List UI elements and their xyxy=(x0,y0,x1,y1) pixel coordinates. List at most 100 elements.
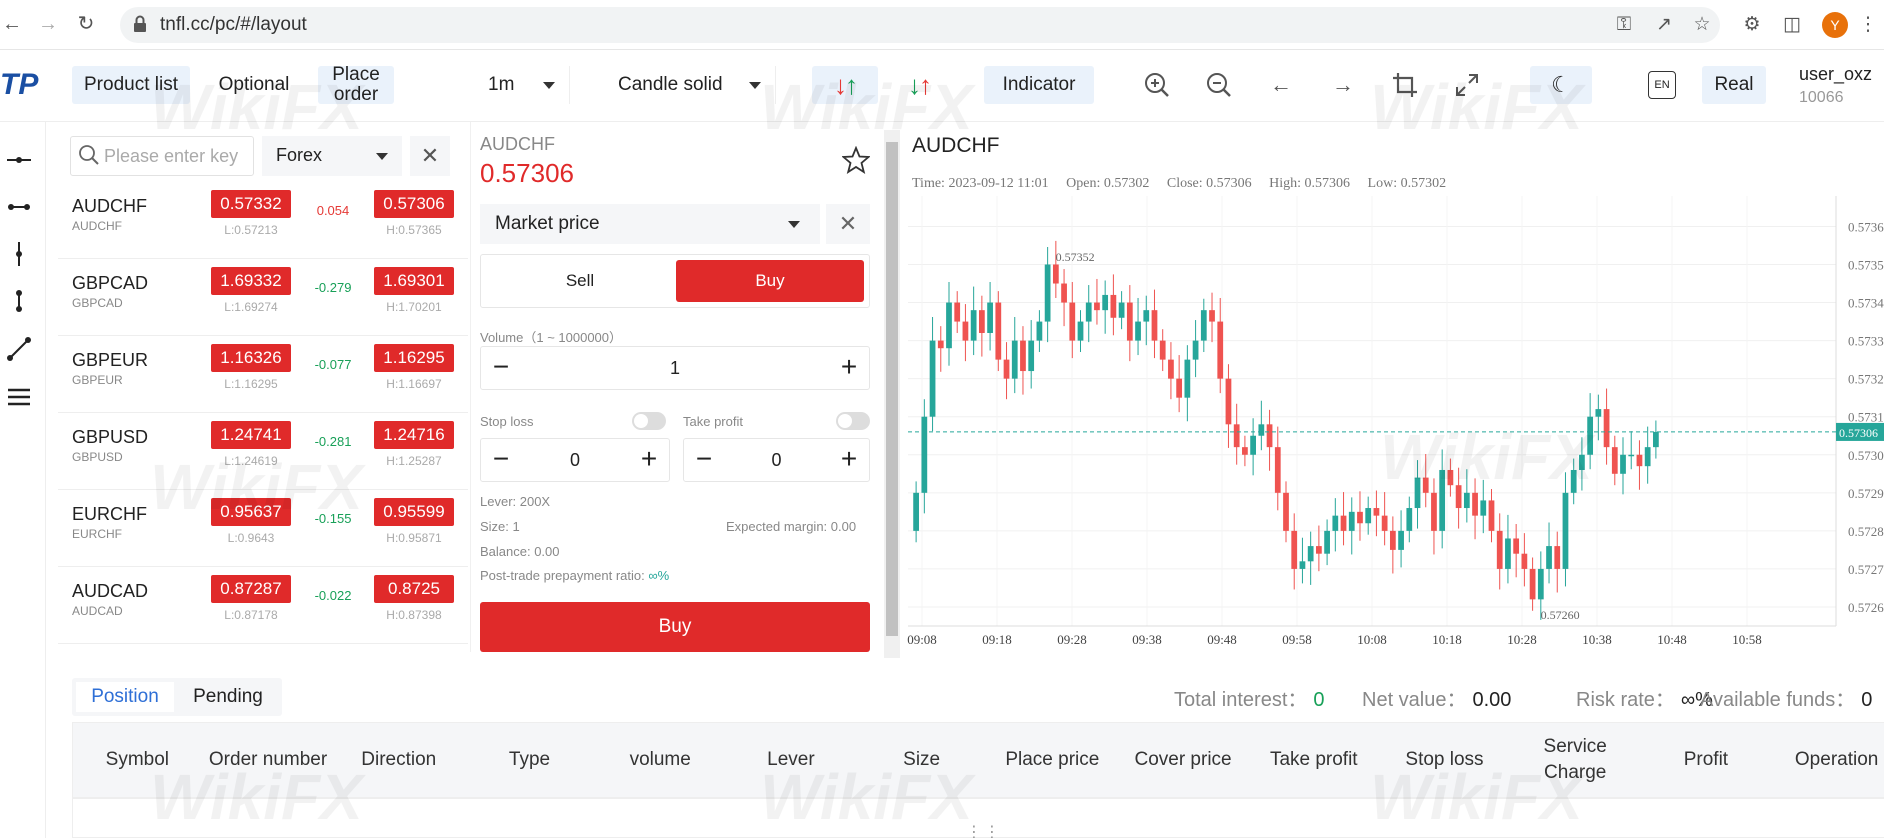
close-icon[interactable]: ✕ xyxy=(826,204,870,244)
product-row[interactable]: GBPCAD GBPCAD 1.69332 L:1.69274 -0.279 1.6930… xyxy=(58,259,468,336)
candle-body xyxy=(1398,530,1404,550)
user-name[interactable]: user_oxz xyxy=(1799,64,1872,85)
chevron-down-icon xyxy=(376,153,388,160)
y-tick-label: 0.5726 xyxy=(1848,600,1884,615)
interval-select[interactable]: 1m xyxy=(474,66,570,104)
scrollbar-thumb[interactable] xyxy=(886,142,898,636)
row-symbol: GBPEUR xyxy=(72,350,149,370)
menu-lines-icon[interactable] xyxy=(6,384,32,410)
zoom-in-icon[interactable] xyxy=(1142,70,1172,100)
table-header-cell: volume xyxy=(629,749,691,770)
product-list-button[interactable]: Product list xyxy=(72,66,190,104)
candle-body xyxy=(1480,500,1487,516)
bid-price-button[interactable]: 1.69332 xyxy=(211,267,291,295)
buy-tab[interactable]: Buy xyxy=(676,260,864,302)
candle-body xyxy=(1472,492,1478,516)
ask-price-button[interactable]: 1.69301 xyxy=(374,267,454,295)
price-change: 0.054 xyxy=(316,203,350,218)
chart-type-select[interactable]: Candle solid xyxy=(604,66,776,104)
x-tick-label: 09:08 xyxy=(907,632,937,647)
minus-icon[interactable]: − xyxy=(684,439,724,481)
tab-pending[interactable]: Pending xyxy=(178,682,278,712)
product-row[interactable]: AUDCHF AUDCHF 0.57332 L:0.57213 0.054 0.57306… xyxy=(58,182,468,259)
language-en-icon[interactable]: EN xyxy=(1648,71,1676,99)
ask-price-button[interactable]: 0.95599 xyxy=(374,498,454,526)
search-input[interactable] xyxy=(104,139,248,173)
price-change: -0.022 xyxy=(314,588,352,603)
take-profit-value[interactable]: 0 xyxy=(724,439,829,481)
back-arrow-icon[interactable]: ← xyxy=(0,12,24,36)
reload-icon[interactable]: ↻ xyxy=(74,12,98,36)
bid-price-button[interactable]: 1.16326 xyxy=(211,344,291,372)
product-row[interactable]: EURCHF EURCHF 0.95637 L:0.9643 -0.155 0.95599… xyxy=(58,490,468,567)
total-interest-stat: Total interest： 0 xyxy=(1174,683,1325,712)
key-icon[interactable]: ⚿ xyxy=(1612,13,1636,37)
ask-price-button[interactable]: 0.8725 xyxy=(374,575,454,603)
horizontal-segment-tool-icon[interactable] xyxy=(6,194,32,220)
ask-price-button[interactable]: 0.57306 xyxy=(374,190,454,218)
url-text[interactable]: tnfl.cc/pc/#/layout xyxy=(160,14,307,36)
plus-icon[interactable]: + xyxy=(829,347,869,389)
take-profit-toggle[interactable] xyxy=(836,412,870,430)
product-row[interactable]: AUDCAD AUDCAD 0.87287 L:0.87178 -0.022 0.8725… xyxy=(58,567,468,644)
category-select[interactable]: Forex xyxy=(262,136,402,176)
table-header-cell: Cover price xyxy=(1134,749,1232,770)
dark-mode-moon-icon[interactable]: ☾ xyxy=(1530,66,1592,104)
vertical-line-tool-icon[interactable] xyxy=(6,241,32,267)
sell-tab[interactable]: Sell xyxy=(490,260,670,302)
high-price: H:1.25287 xyxy=(386,454,442,468)
forward-arrow-icon[interactable]: → xyxy=(36,12,60,36)
address-bar[interactable] xyxy=(120,7,1720,43)
candle-body xyxy=(1644,447,1651,467)
bid-price-button[interactable]: 0.57332 xyxy=(211,190,291,218)
ask-price-button[interactable]: 1.24716 xyxy=(374,421,454,449)
browser-menu-icon[interactable]: ⋮ xyxy=(1856,13,1880,37)
profile-avatar[interactable]: Y xyxy=(1822,12,1848,38)
candle-body xyxy=(1225,378,1232,425)
volume-value[interactable]: 1 xyxy=(521,347,829,389)
high-price: H:0.57365 xyxy=(386,223,442,237)
ask-price-button[interactable]: 1.16295 xyxy=(374,344,454,372)
horizontal-line-tool-icon[interactable] xyxy=(6,147,32,173)
sidebar-panel-icon[interactable]: ◫ xyxy=(1780,13,1804,37)
high-price: H:1.16697 xyxy=(386,377,442,391)
minus-icon[interactable]: − xyxy=(481,439,521,481)
favorite-star-icon[interactable] xyxy=(842,146,870,174)
indicator-button[interactable]: Indicator xyxy=(984,66,1094,104)
crop-icon[interactable] xyxy=(1390,70,1420,100)
candle-body xyxy=(929,340,936,417)
trend-line-tool-icon[interactable] xyxy=(6,336,32,362)
bid-price-button[interactable]: 1.24741 xyxy=(211,421,291,449)
scroll-right-icon[interactable]: → xyxy=(1328,70,1358,100)
candle-body xyxy=(1036,321,1043,341)
tab-position[interactable]: Position xyxy=(76,682,174,712)
stop-loss-toggle[interactable] xyxy=(632,412,666,430)
fullscreen-icon[interactable] xyxy=(1452,70,1482,100)
scroll-left-icon[interactable]: ← xyxy=(1266,70,1296,100)
extensions-puzzle-icon[interactable]: ⚙ xyxy=(1740,13,1764,37)
bid-price-button[interactable]: 0.87287 xyxy=(211,575,291,603)
zoom-out-icon[interactable] xyxy=(1204,70,1234,100)
candlestick-chart[interactable]: 0.57360.57350.57340.57330.57320.57310.57… xyxy=(904,196,1884,656)
vertical-segment-tool-icon[interactable] xyxy=(6,288,32,314)
share-icon[interactable]: ↗ xyxy=(1652,13,1676,37)
up-down-arrows-toggle[interactable]: ↓↑ xyxy=(886,66,952,104)
high-price: H:1.70201 xyxy=(386,300,442,314)
high-price: H:0.95871 xyxy=(386,531,442,545)
candle-body xyxy=(1579,454,1585,470)
bid-price-button[interactable]: 0.95637 xyxy=(211,498,291,526)
plus-icon[interactable]: + xyxy=(629,439,669,481)
stop-loss-value[interactable]: 0 xyxy=(521,439,629,481)
product-row[interactable]: GBPEUR GBPEUR 1.16326 L:1.16295 -0.077 1.1629… xyxy=(58,336,468,413)
minus-icon[interactable]: − xyxy=(481,347,521,389)
price-type-select[interactable]: Market price xyxy=(480,204,820,244)
down-up-arrows-toggle[interactable]: ↓↑ xyxy=(812,66,878,104)
buy-button[interactable]: Buy xyxy=(480,602,870,652)
real-account-button[interactable]: Real xyxy=(1702,66,1766,104)
optional-button[interactable]: Optional xyxy=(206,66,302,104)
bookmark-star-icon[interactable]: ☆ xyxy=(1690,13,1714,37)
product-row[interactable]: GBPUSD GBPUSD 1.24741 L:1.24619 -0.281 1.2471… xyxy=(58,413,468,490)
place-order-button[interactable]: Place order xyxy=(318,65,394,105)
close-icon[interactable]: ✕ xyxy=(410,136,450,176)
plus-icon[interactable]: + xyxy=(829,439,869,481)
